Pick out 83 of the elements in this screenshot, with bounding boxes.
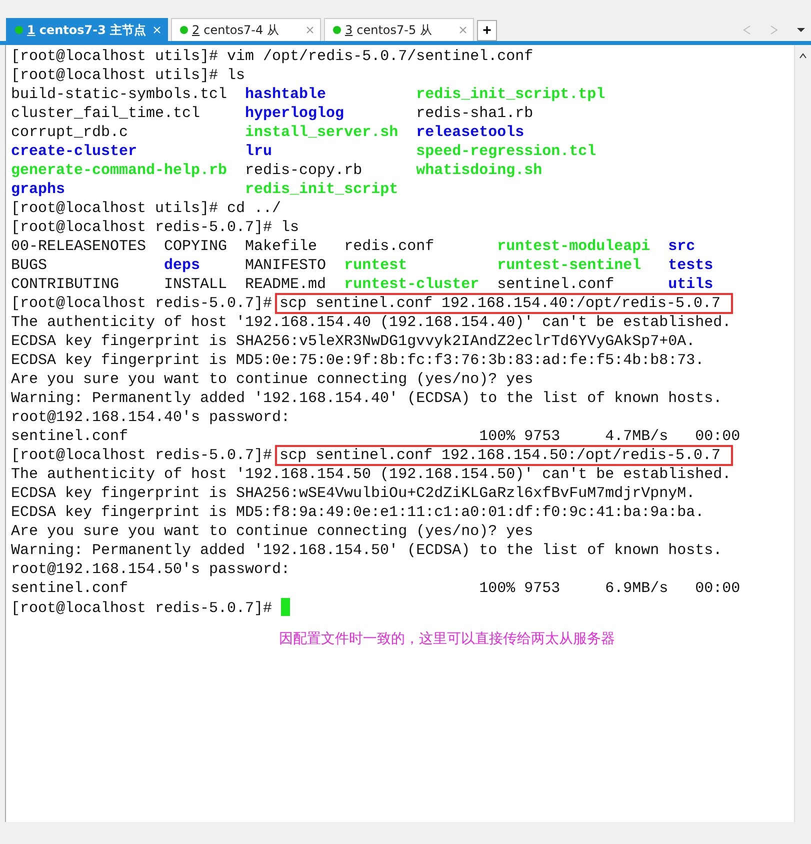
file-name: redis_init_script [245,180,398,199]
file-name: hashtable [245,85,328,104]
terminal-output: root@192.168.154.40's password: [11,408,292,427]
tab-title: centos7-4 从 [204,22,280,38]
shell-prompt: [root@localhost redis-5.0.7]# [11,219,272,236]
terminal-output: ECDSA key fingerprint is SHA256:wSE4VwulbiOu+C2dZiKLGaRzl6xfBvFuM7mdjrVpnyM. [11,484,696,503]
session-tab[interactable]: 3 centos7-5 从 [324,18,474,41]
scroll-up-icon[interactable] [799,53,807,59]
annotation-text: 因配置文件时一致的，这里可以直接传给两太从服务器 [279,630,616,649]
file-name: redis-copy.rb [245,161,364,180]
status-dot-icon [180,26,188,34]
file-name: lru [245,142,274,161]
terminal-output: Warning: Permanently added '192.168.154.50' (ECDSA) to the list of known hosts. [11,541,724,560]
file-name: corrupt_rdb.c [11,123,130,142]
close-icon[interactable] [306,26,314,34]
file-name: tests [668,256,714,275]
tab-title: centos7-3 主节点 [39,22,148,38]
file-name: runtest [344,256,408,275]
file-name: deps [164,256,202,275]
file-name: hyperloglog [245,104,346,123]
new-tab-button[interactable]: + [477,20,497,41]
close-icon[interactable] [459,26,467,34]
file-name: runtest-moduleapi [497,237,650,256]
file-name: install_server.sh [245,123,398,142]
shell-prompt: [root@localhost redis-5.0.7]# [11,447,272,464]
file-name: speed-regression.tcl [416,142,598,161]
text-cursor [281,598,290,616]
file-name: src [668,237,696,256]
scroll-left-icon[interactable] [743,24,751,34]
terminal-output: The authenticity of host '192.168.154.40 (192.168.154.40)' can't be established. [11,313,732,332]
file-name: runtest-cluster [344,275,480,294]
file-name: whatisdoing.sh [416,161,544,180]
shell-prompt: [root@localhost utils]# [11,48,218,65]
tab-number: 3 [345,23,353,37]
terminal-output: root@192.168.154.50's password: [11,560,292,579]
shell-prompt: [root@localhost redis-5.0.7]# [11,295,272,312]
file-name: COPYING [164,237,228,256]
shell-prompt: [root@localhost utils]# [11,200,218,217]
shell-prompt: [root@localhost redis-5.0.7]# [11,600,272,617]
terminal-output: ECDSA key fingerprint is MD5:f8:9a:49:0e:e1:11:c1:a0:01:df:f0:9c:41:ba:9a:ba. [11,503,706,522]
file-name: MANIFESTO [245,256,326,275]
file-name: generate-command-help.rb [11,161,228,180]
file-name: build-static-symbols.tcl [11,85,228,104]
file-name: redis.conf [344,237,436,256]
shell-command: vim /opt/redis-5.0.7/sentinel.conf [227,48,534,65]
file-name: 00-RELEASENOTES [11,237,146,256]
status-dot-icon [333,26,341,34]
file-name: cluster_fail_time.tcl [11,104,202,123]
terminal-output: sentinel.conf 100% 9753 6.9MB/s 00:00 [11,579,742,598]
status-dot-icon [15,26,23,34]
file-name: Makefile [245,237,318,256]
file-name: runtest-sentinel [497,256,642,275]
file-name: utils [668,275,714,294]
tab-number: 2 [192,23,200,37]
tab-number: 1 [27,23,36,37]
shell-prompt: [root@localhost utils]# [11,67,218,84]
file-name: sentinel.conf [497,275,616,294]
file-name: create-cluster [11,142,138,161]
shell-command: cd ../ [227,200,282,217]
scrollbar[interactable] [794,45,811,822]
shell-command: scp sentinel.conf 192.168.154.40:/opt/redis-5.0.7 [277,295,731,312]
file-name: INSTALL [164,275,228,294]
terminal-output: sentinel.conf 100% 9753 4.7MB/s 00:00 [11,427,742,446]
terminal-output: ECDSA key fingerprint is SHA256:v5leXR3NwDG1gvvyk2IAndZ2eclrTd6YVyGAkSp7+0A. [11,332,696,351]
terminal-output: Warning: Permanently added '192.168.154.40' (ECDSA) to the list of known hosts. [11,389,724,408]
shell-command: ls [227,67,246,84]
terminal-output: Are you sure you want to continue connecting (yes/no)? yes [11,522,534,541]
file-name: graphs [11,180,66,199]
terminal-output: ECDSA key fingerprint is MD5:0e:75:0e:9f:8b:fc:f3:76:3b:83:ad:fe:f5:4b:b8:73. [11,351,706,370]
file-name: BUGS [11,256,48,275]
terminal-output: Are you sure you want to continue connecting (yes/no)? yes [11,370,534,389]
file-name: README.md [245,275,326,294]
tab-title: centos7-5 从 [356,22,433,38]
shell-command: scp sentinel.conf 192.168.154.50:/opt/redis-5.0.7 [277,447,731,464]
scroll-right-icon[interactable] [770,24,778,34]
session-tab[interactable]: 1 centos7-3 主节点 [6,18,168,41]
file-name: redis_init_script.tpl [416,85,606,104]
file-name: redis-sha1.rb [416,104,534,123]
session-tab[interactable]: 2 centos7-4 从 [171,18,321,41]
shell-command: ls [281,219,300,236]
file-name: CONTRIBUTING [11,275,120,294]
terminal-output: The authenticity of host '192.168.154.50 (192.168.154.50)' can't be established. [11,465,732,484]
file-name: releasetools [416,123,526,142]
